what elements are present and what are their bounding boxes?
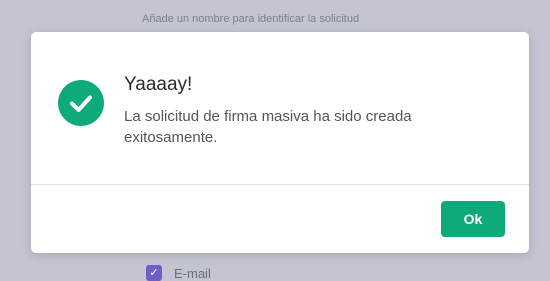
check-circle-icon (58, 80, 104, 126)
email-checkbox-label: E-mail (174, 265, 211, 281)
ok-button[interactable]: Ok (441, 201, 505, 237)
email-checkbox-row: ✓ E-mail (146, 265, 211, 281)
dialog-title: Yaaaay! (124, 74, 193, 95)
request-name-hint: Añade un nombre para identificar la soli… (142, 13, 360, 25)
success-dialog: Yaaaay! La solicitud de firma masiva ha … (31, 32, 529, 253)
email-checkbox: ✓ (146, 265, 162, 281)
dialog-divider (31, 184, 529, 185)
dialog-message: La solicitud de firma masiva ha sido cre… (124, 108, 412, 146)
